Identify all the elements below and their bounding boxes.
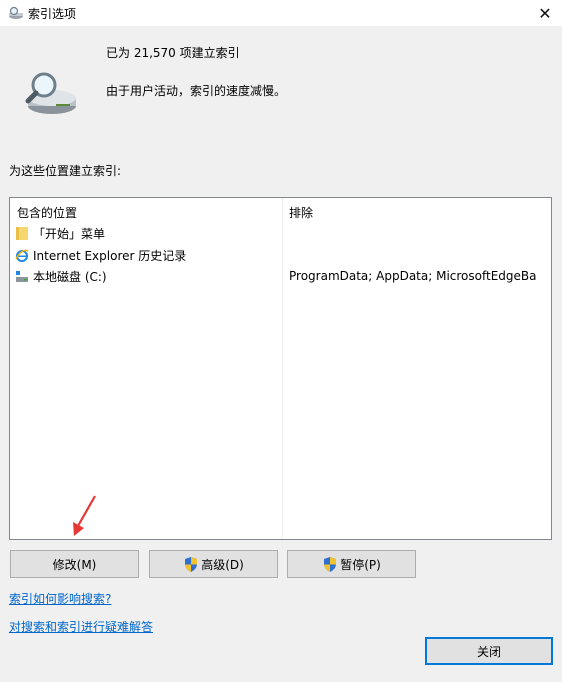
location-name: Internet Explorer 历史记录 [33,248,187,263]
modify-button-label: 修改(M) [52,557,97,572]
close-window-button[interactable]: ✕ [528,0,562,26]
close-button[interactable]: 关闭 [425,637,553,665]
window-title: 索引选项 [28,7,77,21]
indexing-activity-text: 由于用户活动，索引的速度减慢。 [106,84,287,98]
indexing-options-icon [9,6,23,19]
column-divider[interactable] [282,198,283,539]
how-indexing-affects-search-link[interactable]: 索引如何影响搜索? [9,590,111,607]
list-item[interactable]: 本地磁盘 (C:) [15,266,107,286]
title-bar: 索引选项 ✕ [0,0,562,26]
advanced-button[interactable]: 高级(D) [149,550,278,578]
uac-shield-icon [185,556,198,572]
list-item[interactable]: 「开始」菜单 [15,223,105,243]
ie-icon [15,249,29,262]
modify-button[interactable]: 修改(M) [10,550,139,578]
list-item[interactable]: Internet Explorer 历史记录 [15,245,186,265]
excluded-paths: ProgramData; AppData; MicrosoftEdgeBa [289,269,537,283]
column-header-included[interactable]: 包含的位置 [17,204,77,221]
drive-icon [16,271,28,282]
indexed-locations-list[interactable]: 包含的位置 排除 「开始」菜单 Internet Explorer 历史记录 本… [9,197,552,540]
folder-icon [16,227,28,240]
indexed-count-text: 已为 21,570 项建立索引 [106,46,240,60]
pause-button-label: 暂停(P) [340,557,381,572]
troubleshoot-search-link[interactable]: 对搜索和索引进行疑难解答 [9,618,153,635]
close-button-label: 关闭 [476,644,501,659]
uac-shield-icon [324,556,337,572]
locations-label: 为这些位置建立索引: [9,164,122,178]
indexing-drive-icon [25,72,76,114]
location-name: 本地磁盘 (C:) [33,269,107,284]
column-header-exclude[interactable]: 排除 [289,204,313,221]
pause-button[interactable]: 暂停(P) [287,550,416,578]
location-name: 「开始」菜单 [33,226,106,241]
advanced-button-label: 高级(D) [201,557,244,572]
red-arrow-annotation [73,495,96,536]
